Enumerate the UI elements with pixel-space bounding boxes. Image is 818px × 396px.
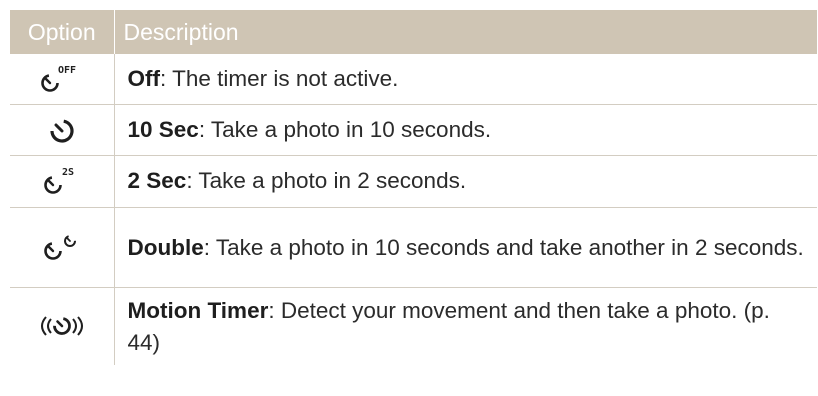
option-term: 10 Sec bbox=[127, 116, 199, 142]
timer-2-sec-tag: 2S bbox=[62, 167, 74, 178]
timer-options-table: Option Description OFF Off: The timer is… bbox=[10, 10, 817, 365]
option-term: Double bbox=[127, 235, 204, 260]
option-description: : Take a photo in 2 seconds. bbox=[186, 168, 467, 193]
timer-off-icon: OFF bbox=[40, 65, 76, 92]
table-row: Double: Take a photo in 10 seconds and t… bbox=[10, 207, 817, 287]
timer-double-icon bbox=[43, 235, 76, 260]
timer-off-tag: OFF bbox=[58, 65, 76, 76]
option-term: Motion Timer bbox=[127, 298, 269, 324]
option-description: : Take a photo in 10 seconds and take an… bbox=[203, 235, 804, 260]
option-term: 2 Sec bbox=[127, 168, 187, 193]
timer-10-sec-icon bbox=[50, 118, 74, 143]
timer-2-sec-icon: 2S bbox=[43, 167, 74, 194]
option-description: : The timer is not active. bbox=[160, 65, 399, 91]
option-term: Off bbox=[127, 65, 161, 91]
table-header-row: Option Description bbox=[10, 10, 817, 54]
option-description: : Take a photo in 10 seconds. bbox=[198, 116, 492, 142]
table-row: OFF Off: The timer is not active. bbox=[10, 54, 817, 104]
table-row: 2S 2 Sec: Take a photo in 2 seconds. bbox=[10, 155, 817, 207]
table-row: 10 Sec: Take a photo in 10 seconds. bbox=[10, 104, 817, 155]
motion-timer-icon bbox=[40, 316, 83, 336]
description-column-header: Description bbox=[113, 10, 817, 54]
table-row: Motion Timer: Detect your movement and t… bbox=[10, 287, 817, 365]
option-column-header: Option bbox=[27, 18, 96, 45]
timer-options-page: Option Description OFF Off: The timer is… bbox=[0, 0, 818, 396]
